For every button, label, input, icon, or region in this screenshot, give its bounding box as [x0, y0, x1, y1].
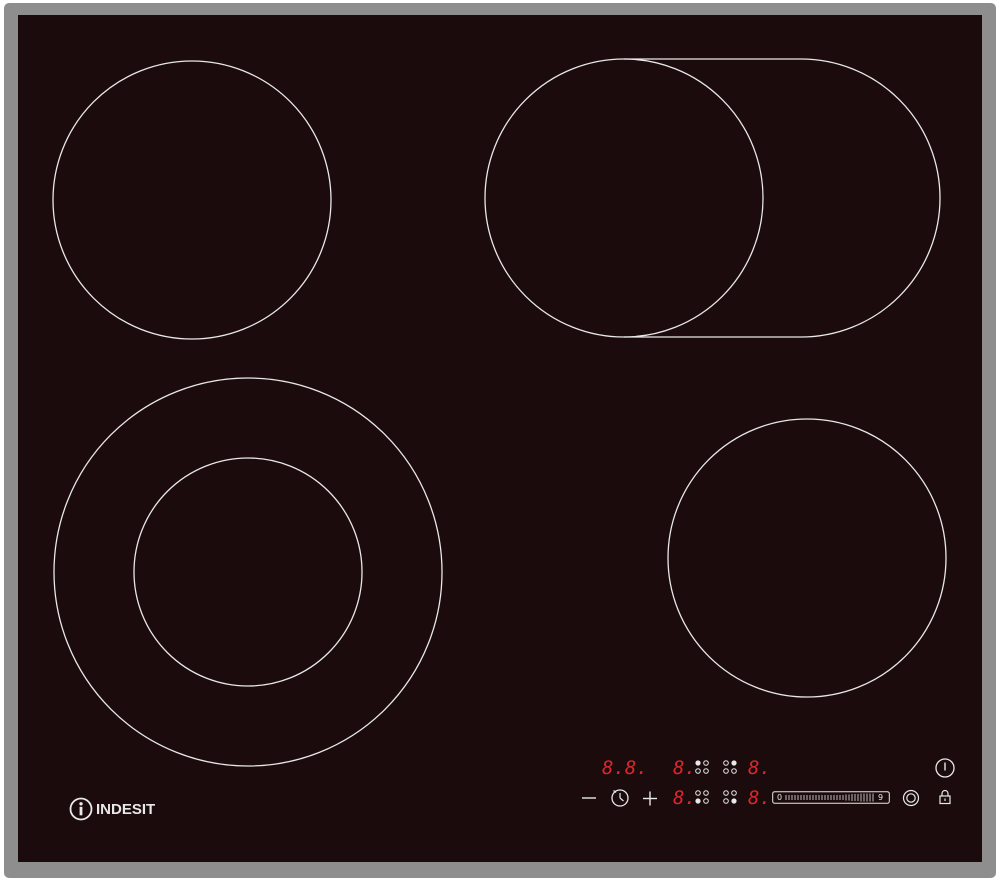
lock-icon[interactable]: [938, 789, 952, 805]
zone-bottom-right-display: 8.: [748, 787, 771, 809]
zone-top-right: [484, 58, 764, 338]
power-level-slider[interactable]: [772, 791, 890, 804]
zone-top-left: [52, 60, 332, 340]
slider-min-label: 0: [777, 793, 783, 802]
zone-top-right-display: 8.: [748, 757, 771, 779]
brand-logo: INDESIT: [69, 796, 155, 822]
cooking-zones: [52, 58, 947, 767]
plus-button[interactable]: [641, 790, 659, 807]
dual-zone-icon[interactable]: [902, 789, 920, 807]
power-icon[interactable]: [934, 757, 956, 779]
minus-button[interactable]: [580, 790, 598, 806]
timer-clock-icon[interactable]: [610, 788, 630, 808]
zone-select-top-left-icon[interactable]: [694, 759, 710, 775]
info-i-circle-icon: [69, 797, 93, 821]
zone-select-top-right-icon[interactable]: [722, 759, 738, 775]
timer-display: 8.8.: [602, 757, 648, 779]
brand-name: INDESIT: [96, 800, 156, 818]
zone-top-left-display: 8.: [673, 757, 696, 779]
zone-bottom-right: [667, 418, 947, 698]
zone-top-right-extended: [624, 58, 941, 338]
slider-max-label: 9: [878, 793, 884, 802]
zone-bottom-left-display: 8.: [673, 787, 696, 809]
zone-bottom-left-inner: [133, 457, 363, 687]
zone-bottom-left-outer: [53, 377, 443, 767]
zone-select-bottom-right-icon[interactable]: [722, 789, 738, 805]
zone-select-bottom-left-icon[interactable]: [694, 789, 710, 805]
